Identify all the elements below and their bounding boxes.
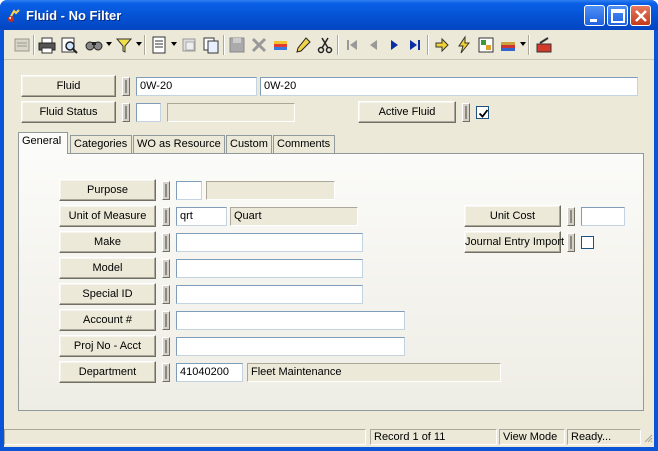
uom-lookup-marker[interactable]: [162, 207, 170, 226]
close-button[interactable]: [630, 5, 651, 26]
library-icon[interactable]: [498, 35, 518, 55]
form-view-icon[interactable]: [12, 35, 32, 55]
journal-entry-import-checkbox[interactable]: [581, 236, 594, 249]
mode-indicator: View Mode: [499, 429, 565, 445]
proj-no-acct-input[interactable]: [176, 337, 405, 356]
report-dropdown-icon[interactable]: [171, 42, 177, 46]
unit-cost-button[interactable]: Unit Cost: [464, 205, 561, 227]
fluid-status-button[interactable]: Fluid Status: [21, 101, 116, 123]
attach-icon[interactable]: [179, 35, 199, 55]
fluid-status-lookup-marker[interactable]: [122, 103, 130, 122]
tab-general[interactable]: General: [18, 132, 68, 154]
department-button[interactable]: Department: [59, 361, 156, 383]
fluid-status-description: [167, 103, 295, 122]
filter-icon[interactable]: [114, 35, 134, 55]
title-bar[interactable]: Fluid - No Filter: [0, 0, 658, 30]
account-number-marker[interactable]: [162, 311, 170, 330]
model-lookup-marker[interactable]: [162, 259, 170, 278]
go-to-icon[interactable]: [432, 35, 452, 55]
save-icon[interactable]: [227, 35, 247, 55]
window-title: Fluid - No Filter: [26, 8, 122, 23]
fluid-lookup-marker[interactable]: [122, 77, 130, 96]
unit-cost-input[interactable]: [581, 207, 625, 226]
record-count: Record 1 of 11: [370, 429, 497, 445]
client-area: Fluid 0W-20 0W-20 Fluid Status Active Fl…: [4, 30, 654, 447]
new-record-icon[interactable]: [271, 35, 291, 55]
special-id-marker[interactable]: [162, 285, 170, 304]
journal-entry-import-button[interactable]: Journal Entry Import: [464, 231, 564, 253]
department-description: Fleet Maintenance: [247, 363, 501, 382]
print-preview-icon[interactable]: [59, 35, 79, 55]
ready-indicator: Ready...: [567, 429, 641, 445]
print-icon[interactable]: [37, 35, 57, 55]
make-button[interactable]: Make: [59, 231, 156, 253]
uom-description: Quart: [230, 207, 358, 226]
copy-record-icon[interactable]: [201, 35, 221, 55]
edit-icon[interactable]: [293, 35, 313, 55]
tab-comments[interactable]: Comments: [273, 135, 335, 154]
next-record-icon[interactable]: [384, 35, 404, 55]
resize-grip-icon[interactable]: [643, 433, 653, 443]
account-number-input[interactable]: [176, 311, 405, 330]
make-input[interactable]: [176, 233, 363, 252]
library-dropdown-icon[interactable]: [520, 42, 526, 46]
first-record-icon[interactable]: [342, 35, 362, 55]
fluid-description-input[interactable]: 0W-20: [260, 77, 638, 96]
report-icon[interactable]: [149, 35, 169, 55]
fluid-code-input[interactable]: 0W-20: [136, 77, 257, 96]
purpose-button[interactable]: Purpose: [59, 179, 156, 201]
purpose-code-input[interactable]: [176, 181, 202, 200]
model-button[interactable]: Model: [59, 257, 156, 279]
special-id-input[interactable]: [176, 285, 363, 304]
status-bar: Record 1 of 11 View Mode Ready...: [4, 427, 654, 447]
find-dropdown-icon[interactable]: [106, 42, 112, 46]
proj-no-acct-button[interactable]: Proj No - Acct: [59, 335, 156, 357]
minimize-button[interactable]: [584, 5, 605, 26]
fluid-status-code-input[interactable]: [136, 103, 161, 122]
special-id-button[interactable]: Special ID: [59, 283, 156, 305]
application-window: Fluid - No Filter Fluid 0W-20 0W-20 Flui…: [0, 0, 658, 451]
last-record-icon[interactable]: [405, 35, 425, 55]
active-fluid-button[interactable]: Active Fluid: [358, 101, 456, 123]
model-input[interactable]: [176, 259, 363, 278]
status-panel-empty: [4, 429, 366, 445]
tab-wo-as-resource[interactable]: WO as Resource: [133, 135, 225, 154]
toolbar: [4, 30, 654, 60]
cut-icon[interactable]: [315, 35, 335, 55]
tab-custom[interactable]: Custom: [226, 135, 272, 154]
quick-action-icon[interactable]: [454, 35, 474, 55]
active-fluid-checkbox[interactable]: [476, 106, 489, 119]
make-lookup-marker[interactable]: [162, 233, 170, 252]
department-code-input[interactable]: 41040200: [176, 363, 243, 382]
filter-dropdown-icon[interactable]: [136, 42, 142, 46]
tab-categories[interactable]: Categories: [70, 135, 132, 154]
unit-cost-marker[interactable]: [567, 207, 575, 226]
module-icon[interactable]: [476, 35, 496, 55]
purpose-lookup-marker[interactable]: [162, 181, 170, 200]
maximize-button[interactable]: [607, 5, 628, 26]
exit-icon[interactable]: [534, 35, 554, 55]
journal-entry-marker[interactable]: [567, 233, 575, 252]
proj-no-acct-marker[interactable]: [162, 337, 170, 356]
uom-code-input[interactable]: qrt: [176, 207, 227, 226]
active-fluid-marker[interactable]: [462, 103, 470, 122]
delete-icon[interactable]: [249, 35, 269, 55]
find-icon[interactable]: [84, 35, 104, 55]
fluid-button[interactable]: Fluid: [21, 75, 116, 97]
purpose-description: [206, 181, 335, 200]
fluid-app-icon: [6, 7, 22, 23]
account-number-button[interactable]: Account #: [59, 309, 156, 331]
department-lookup-marker[interactable]: [162, 363, 170, 382]
unit-of-measure-button[interactable]: Unit of Measure: [59, 205, 156, 227]
previous-record-icon[interactable]: [363, 35, 383, 55]
